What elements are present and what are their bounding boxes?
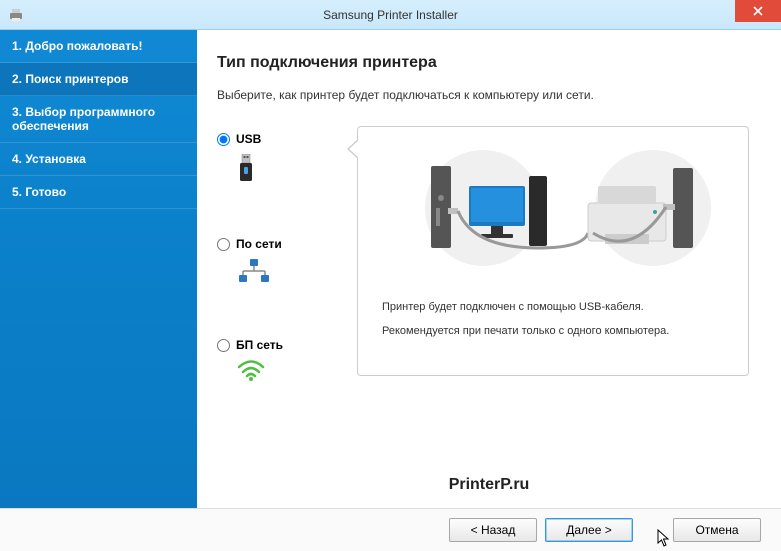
watermark: PrinterP.ru [449, 476, 530, 494]
option-wireless[interactable]: БП сеть [217, 338, 347, 387]
option-wireless-label: БП сеть [236, 338, 283, 352]
app-icon [8, 7, 24, 23]
next-button[interactable]: Далее > [545, 518, 633, 542]
detail-bubble: Принтер будет подключен с помощью USB-ка… [357, 126, 749, 376]
connection-options: USB По сети [217, 126, 347, 387]
main-panel: Тип подключения принтера Выберите, как п… [197, 30, 781, 508]
wifi-icon [237, 360, 265, 387]
option-usb[interactable]: USB [217, 132, 347, 187]
detail-panel: Принтер будет подключен с помощью USB-ка… [347, 126, 749, 387]
option-network-label: По сети [236, 237, 282, 251]
network-icon [237, 259, 271, 288]
page-subtitle: Выберите, как принтер будет подключаться… [217, 88, 749, 102]
usb-icon [237, 154, 255, 187]
close-button[interactable] [735, 0, 781, 22]
option-network[interactable]: По сети [217, 237, 347, 288]
sidebar-item-welcome[interactable]: 1. Добро пожаловать! [0, 30, 197, 63]
cancel-button[interactable]: Отмена [673, 518, 761, 542]
sidebar-item-software[interactable]: 3. Выбор программного обеспечения [0, 96, 197, 143]
page-heading: Тип подключения принтера [217, 54, 749, 72]
radio-wireless[interactable] [217, 339, 230, 352]
mouse-cursor [657, 529, 673, 549]
sidebar: 1. Добро пожаловать! 2. Поиск принтеров … [0, 30, 197, 508]
content: 1. Добро пожаловать! 2. Поиск принтеров … [0, 30, 781, 508]
window-title: Samsung Printer Installer [323, 8, 458, 22]
option-usb-label: USB [236, 132, 261, 146]
footer: < Назад Далее > Отмена [0, 508, 781, 551]
detail-line2: Рекомендуется при печати только с одного… [370, 325, 736, 337]
radio-network[interactable] [217, 238, 230, 251]
back-button[interactable]: < Назад [449, 518, 537, 542]
sidebar-item-search[interactable]: 2. Поиск принтеров [0, 63, 197, 96]
sidebar-item-install[interactable]: 4. Установка [0, 143, 197, 176]
sidebar-item-done[interactable]: 5. Готово [0, 176, 197, 209]
connection-illustration [370, 143, 736, 283]
detail-line1: Принтер будет подключен с помощью USB-ка… [370, 301, 736, 313]
titlebar: Samsung Printer Installer [0, 0, 781, 30]
radio-usb[interactable] [217, 133, 230, 146]
